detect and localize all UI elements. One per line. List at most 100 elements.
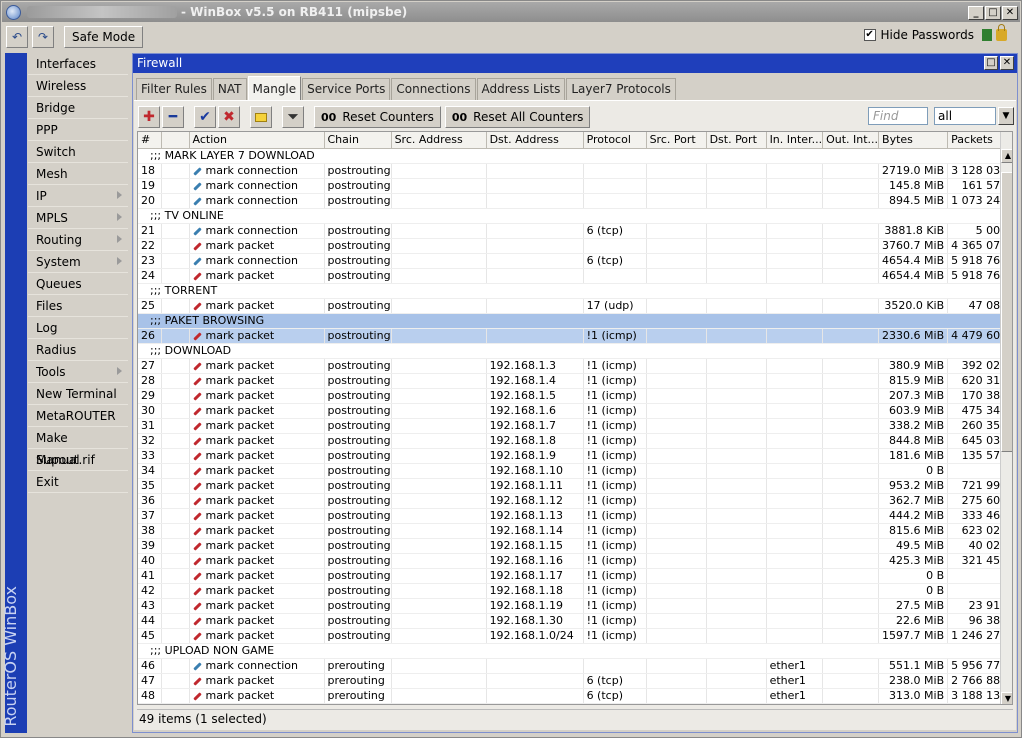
- sidebar-item-routing[interactable]: Routing: [28, 229, 128, 251]
- minimize-icon[interactable]: _: [968, 6, 984, 20]
- table-row[interactable]: 22 mark packet postrouting 3760.7 MiB 4 365 …: [138, 238, 1012, 254]
- sidebar-item-ppp[interactable]: PPP: [28, 119, 128, 141]
- maximize-icon[interactable]: □: [985, 6, 1001, 20]
- table-row[interactable]: 21 mark connection postrouting 6 (tcp) 3881.…: [138, 223, 1012, 239]
- sidebar-item-wireless[interactable]: Wireless: [28, 75, 128, 97]
- table-row[interactable]: 33 mark packet postrouting 192.168.1.9 !1 (i…: [138, 448, 1012, 464]
- column-header[interactable]: Bytes: [878, 132, 949, 149]
- table-row[interactable]: 36 mark packet postrouting 192.168.1.12 !1 (…: [138, 493, 1012, 509]
- table-row[interactable]: 34 mark packet postrouting 192.168.1.10 !1 (…: [138, 463, 1012, 479]
- table-row[interactable]: 19 mark connection postrouting 145.8 MiB 161…: [138, 178, 1012, 194]
- sidebar-item-metarouter[interactable]: MetaROUTER: [28, 405, 128, 427]
- tab-connections[interactable]: Connections: [391, 78, 476, 100]
- sidebar-item-interfaces[interactable]: Interfaces: [28, 53, 128, 75]
- reset-counters-button[interactable]: 00 Reset Counters: [314, 106, 441, 128]
- table-row[interactable]: 20 mark connection postrouting 894.5 MiB 1 0…: [138, 193, 1012, 209]
- column-header[interactable]: In. Inter...: [766, 132, 824, 149]
- comment-row[interactable]: ;;; UPLOAD NON GAME: [138, 643, 1011, 659]
- tab-layer7-protocols[interactable]: Layer7 Protocols: [566, 78, 676, 100]
- undo-button[interactable]: ↶: [6, 26, 28, 48]
- comment-row[interactable]: ;;; TORRENT: [138, 283, 1011, 299]
- tab-filter-rules[interactable]: Filter Rules: [136, 78, 212, 100]
- sidebar-item-mesh[interactable]: Mesh: [28, 163, 128, 185]
- table-row[interactable]: 35 mark packet postrouting 192.168.1.11 !1 (…: [138, 478, 1012, 494]
- column-header[interactable]: Src. Port: [646, 132, 707, 149]
- table-row[interactable]: 44 mark packet postrouting 192.168.1.30 !1 (…: [138, 613, 1012, 629]
- tab-service-ports[interactable]: Service Ports: [302, 78, 391, 100]
- table-row[interactable]: 40 mark packet postrouting 192.168.1.16 !1 (…: [138, 553, 1012, 569]
- scroll-down-icon[interactable]: ▼: [1001, 692, 1012, 704]
- sidebar-item-files[interactable]: Files: [28, 295, 128, 317]
- scroll-up-icon[interactable]: ▲: [1001, 149, 1012, 163]
- restore-icon[interactable]: □: [984, 56, 998, 70]
- add-button[interactable]: ✚: [138, 106, 160, 128]
- table-row[interactable]: 48 mark packet prerouting 6 (tcp) ether1 313.…: [138, 688, 1012, 704]
- sidebar-item-manual[interactable]: Manual: [28, 449, 128, 471]
- tab-nat[interactable]: NAT: [212, 78, 247, 100]
- table-row[interactable]: 23 mark connection postrouting 6 (tcp) 4654.…: [138, 253, 1012, 269]
- table-row[interactable]: 31 mark packet postrouting 192.168.1.7 !1 (i…: [138, 418, 1012, 434]
- sidebar-item-radius[interactable]: Radius: [28, 339, 128, 361]
- title-bar[interactable]: - WinBox v5.5 on RB411 (mipsbe) _ □ ✕: [2, 2, 1020, 22]
- table-row[interactable]: 18 mark connection postrouting 2719.0 MiB 3 …: [138, 163, 1012, 179]
- table-row[interactable]: 45 mark packet postrouting 192.168.1.0/24 !1…: [138, 628, 1012, 644]
- table-row[interactable]: 29 mark packet postrouting 192.168.1.5 !1 (i…: [138, 388, 1012, 404]
- column-header[interactable]: Action: [189, 132, 325, 149]
- column-header[interactable]: Dst. Address: [486, 132, 584, 149]
- reset-all-counters-button[interactable]: 00 Reset All Counters: [444, 106, 591, 128]
- sidebar-item-mpls[interactable]: MPLS: [28, 207, 128, 229]
- table-row[interactable]: 38 mark packet postrouting 192.168.1.14 !1 (…: [138, 523, 1012, 539]
- sidebar-item-system[interactable]: System: [28, 251, 128, 273]
- filter-select[interactable]: all: [934, 107, 996, 125]
- column-header[interactable]: Src. Address: [391, 132, 487, 149]
- table-row[interactable]: 27 mark packet postrouting 192.168.1.3 !1 (i…: [138, 358, 1012, 374]
- comment-row[interactable]: ;;; TV ONLINE: [138, 208, 1011, 224]
- remove-button[interactable]: ━: [162, 106, 184, 128]
- column-header[interactable]: Out. Int...: [822, 132, 880, 149]
- sidebar-item-new-terminal[interactable]: New Terminal: [28, 383, 128, 405]
- column-header[interactable]: Dst. Port: [706, 132, 767, 149]
- comment-row[interactable]: ;;; PAKET BROWSING: [138, 313, 1011, 329]
- vertical-scrollbar[interactable]: ▲ ▼: [1000, 132, 1012, 704]
- table-row[interactable]: 41 mark packet postrouting 192.168.1.17 !1 (…: [138, 568, 1012, 584]
- table-row[interactable]: 24 mark packet postrouting 4654.4 MiB 5 918 …: [138, 268, 1012, 284]
- column-header[interactable]: Chain: [324, 132, 392, 149]
- column-header[interactable]: [161, 132, 190, 149]
- table-row[interactable]: 42 mark packet postrouting 192.168.1.18 !1 (…: [138, 583, 1012, 599]
- table-row[interactable]: 25 mark packet postrouting 17 (udp) 3520.0 K…: [138, 298, 1012, 314]
- sidebar-item-log[interactable]: Log: [28, 317, 128, 339]
- close-icon[interactable]: ✕: [1000, 56, 1014, 70]
- hide-passwords-checkbox[interactable]: ✔: [863, 29, 876, 41]
- sidebar-item-bridge[interactable]: Bridge: [28, 97, 128, 119]
- safe-mode-button[interactable]: Safe Mode: [64, 26, 144, 48]
- close-icon[interactable]: ✕: [1002, 6, 1018, 20]
- sidebar-item-ip[interactable]: IP: [28, 185, 128, 207]
- table-row[interactable]: 30 mark packet postrouting 192.168.1.6 !1 (i…: [138, 403, 1012, 419]
- comment-row[interactable]: ;;; MARK LAYER 7 DOWNLOAD: [138, 148, 1011, 164]
- tab-mangle[interactable]: Mangle: [247, 76, 302, 100]
- sidebar-item-queues[interactable]: Queues: [28, 273, 128, 295]
- scrollbar-thumb[interactable]: [1001, 172, 1012, 452]
- table-row[interactable]: 46 mark connection prerouting ether1 551.1 M…: [138, 658, 1012, 674]
- sidebar-item-exit[interactable]: Exit: [28, 471, 128, 493]
- tab-address-lists[interactable]: Address Lists: [476, 78, 566, 100]
- table-row[interactable]: 37 mark packet postrouting 192.168.1.13 !1 (…: [138, 508, 1012, 524]
- firewall-title-bar[interactable]: Firewall □ ✕: [133, 54, 1017, 73]
- comment-row[interactable]: ;;; DOWNLOAD: [138, 343, 1011, 359]
- sidebar-item-tools[interactable]: Tools: [28, 361, 128, 383]
- sidebar-item-switch[interactable]: Switch: [28, 141, 128, 163]
- disable-button[interactable]: ✖: [218, 106, 240, 128]
- table-row[interactable]: 43 mark packet postrouting 192.168.1.19 !1 (…: [138, 598, 1012, 614]
- table-row[interactable]: 28 mark packet postrouting 192.168.1.4 !1 (i…: [138, 373, 1012, 389]
- comment-button[interactable]: [250, 106, 272, 128]
- table-row[interactable]: 39 mark packet postrouting 192.168.1.15 !1 (…: [138, 538, 1012, 554]
- column-header[interactable]: Protocol: [583, 132, 647, 149]
- find-input[interactable]: Find: [868, 107, 928, 125]
- table-row[interactable]: 32 mark packet postrouting 192.168.1.8 !1 (i…: [138, 433, 1012, 449]
- table-row[interactable]: 26 mark packet postrouting !1 (icmp) 2330.6 …: [138, 328, 1012, 344]
- table-row[interactable]: 47 mark packet prerouting 6 (tcp) ether1 238.…: [138, 673, 1012, 689]
- column-header[interactable]: #: [138, 132, 162, 149]
- redo-button[interactable]: ↷: [32, 26, 54, 48]
- sidebar-item-make-supout-rif[interactable]: Make Supout.rif: [28, 427, 128, 467]
- enable-button[interactable]: ✔: [194, 106, 216, 128]
